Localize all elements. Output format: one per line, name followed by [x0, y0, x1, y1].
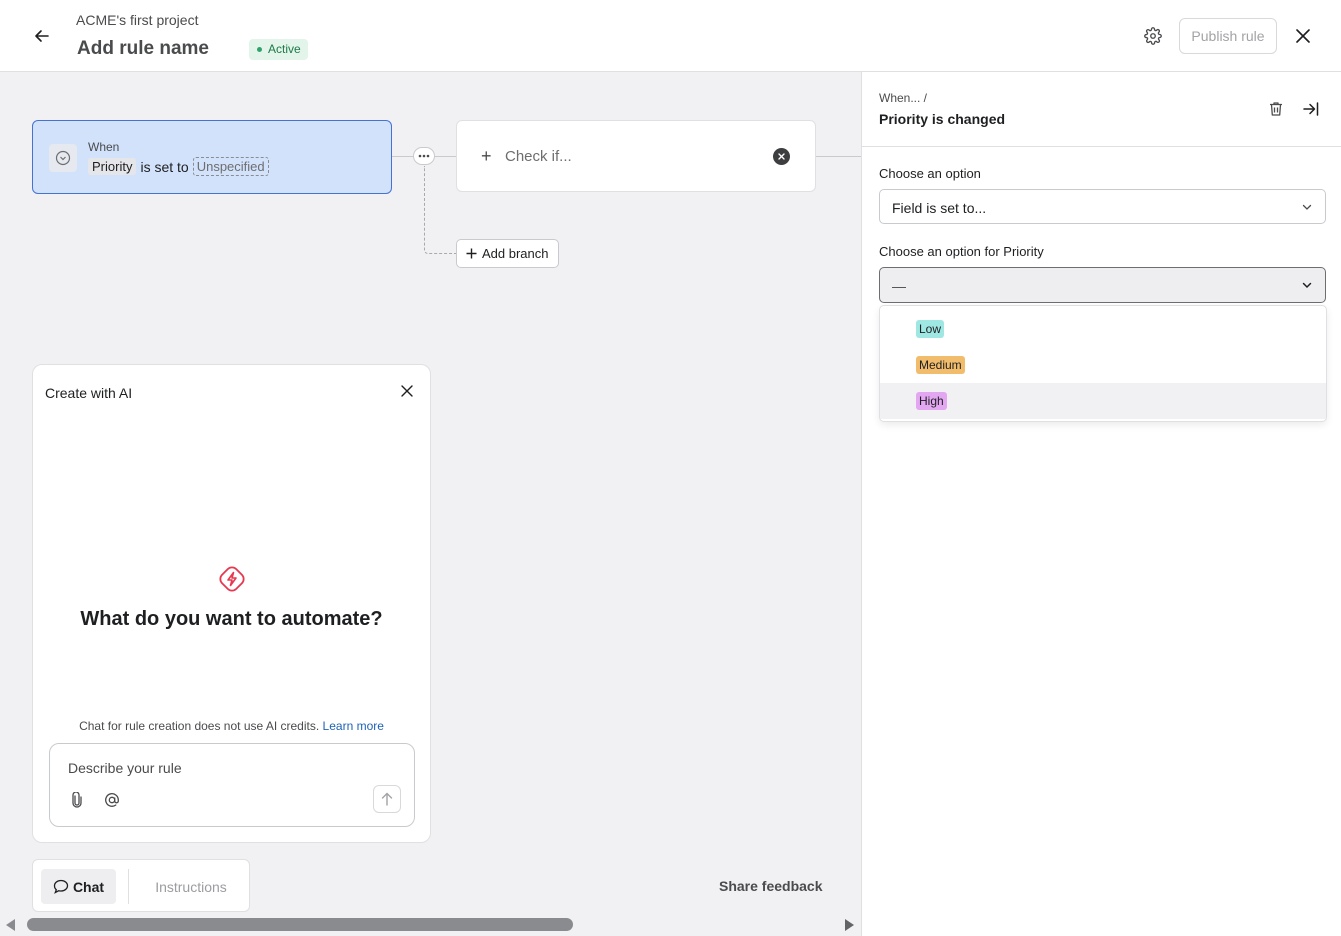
- trigger-card[interactable]: When Priority is set to Unspecified: [32, 120, 392, 194]
- priority-option-medium[interactable]: Medium: [880, 347, 1326, 383]
- top-header: ACME's first project Add rule name Activ…: [0, 0, 1341, 72]
- priority-option-label: Choose an option for Priority: [879, 244, 1044, 259]
- priority-dropdown-menu: Low Medium High: [879, 305, 1327, 422]
- trigger-details-panel: When... / Priority is changed Choose an …: [861, 72, 1341, 936]
- horizontal-scrollbar[interactable]: [0, 914, 861, 936]
- publish-rule-button[interactable]: Publish rule: [1179, 18, 1277, 54]
- trigger-condition: Priority is set to Unspecified: [88, 157, 269, 176]
- scroll-right-arrow-icon[interactable]: [845, 919, 854, 931]
- priority-option-high[interactable]: High: [880, 383, 1326, 419]
- more-options-icon[interactable]: [413, 147, 435, 165]
- trash-icon[interactable]: [1265, 98, 1287, 120]
- input-placeholder: Describe your rule: [68, 760, 182, 776]
- collapse-panel-icon[interactable]: [1300, 98, 1322, 120]
- lightning-bolt-icon: [218, 565, 246, 593]
- ai-panel-title: Create with AI: [45, 385, 133, 401]
- trigger-field-chip: Priority: [88, 158, 137, 175]
- panel-title: Priority is changed: [879, 111, 1006, 127]
- trigger-when-label: When: [88, 140, 120, 154]
- breadcrumb[interactable]: When... /: [879, 91, 927, 105]
- scrollbar-thumb[interactable]: [27, 918, 573, 931]
- priority-select-value: —: [892, 278, 906, 294]
- scroll-left-arrow-icon[interactable]: [6, 919, 15, 931]
- branch-connector: [424, 166, 456, 254]
- project-name[interactable]: ACME's first project: [76, 12, 198, 28]
- chevron-down-icon: [1302, 282, 1312, 289]
- add-branch-label: Add branch: [482, 246, 549, 261]
- panel-header: When... / Priority is changed: [862, 72, 1341, 147]
- share-feedback-link[interactable]: Share feedback: [719, 878, 823, 894]
- priority-tag: Low: [916, 320, 945, 338]
- send-arrow-icon[interactable]: [373, 785, 401, 813]
- priority-option-low[interactable]: Low: [880, 311, 1326, 347]
- rule-name-field[interactable]: Add rule name: [77, 38, 209, 60]
- gear-icon[interactable]: [1141, 24, 1165, 48]
- priority-select[interactable]: —: [879, 267, 1326, 303]
- close-icon[interactable]: [1291, 24, 1315, 48]
- check-if-label: Check if...: [505, 148, 572, 165]
- close-icon[interactable]: [397, 381, 417, 401]
- trigger-value-chip: Unspecified: [192, 157, 269, 176]
- status-badge: Active: [249, 39, 308, 60]
- priority-tag: High: [916, 392, 947, 410]
- ai-credits-note: Chat for rule creation does not use AI c…: [33, 719, 430, 733]
- tab-instructions[interactable]: Instructions: [137, 869, 245, 904]
- chat-bubble-icon: [53, 879, 69, 894]
- chevron-circle-icon: [49, 144, 77, 172]
- chevron-down-icon: [1302, 204, 1312, 210]
- plus-icon: [466, 248, 477, 259]
- create-with-ai-panel: Create with AI What do you want to autom…: [32, 364, 431, 843]
- choose-option-label: Choose an option: [879, 166, 981, 181]
- at-mention-icon[interactable]: [103, 791, 121, 809]
- ai-note-text: Chat for rule creation does not use AI c…: [79, 719, 320, 733]
- paperclip-icon[interactable]: [68, 791, 86, 809]
- remove-icon[interactable]: [773, 148, 790, 165]
- back-arrow-icon[interactable]: [28, 22, 56, 50]
- add-branch-button[interactable]: Add branch: [456, 239, 559, 268]
- connector-line-right: [816, 156, 861, 157]
- rule-canvas[interactable]: When Priority is set to Unspecified + Ch…: [0, 72, 861, 936]
- learn-more-link[interactable]: Learn more: [323, 719, 384, 733]
- mode-switch: Chat Instructions: [32, 859, 250, 912]
- check-if-card[interactable]: + Check if...: [456, 120, 816, 192]
- tab-chat[interactable]: Chat: [41, 869, 116, 904]
- option-select[interactable]: Field is set to...: [879, 189, 1326, 224]
- plus-icon: +: [481, 146, 492, 166]
- divider: [128, 869, 129, 904]
- ai-heading: What do you want to automate?: [80, 608, 383, 630]
- option-select-value: Field is set to...: [892, 200, 987, 216]
- priority-tag: Medium: [916, 356, 965, 374]
- trigger-connector-text: is set to: [140, 158, 189, 175]
- describe-rule-input[interactable]: Describe your rule: [49, 743, 415, 827]
- tab-chat-label: Chat: [72, 878, 105, 895]
